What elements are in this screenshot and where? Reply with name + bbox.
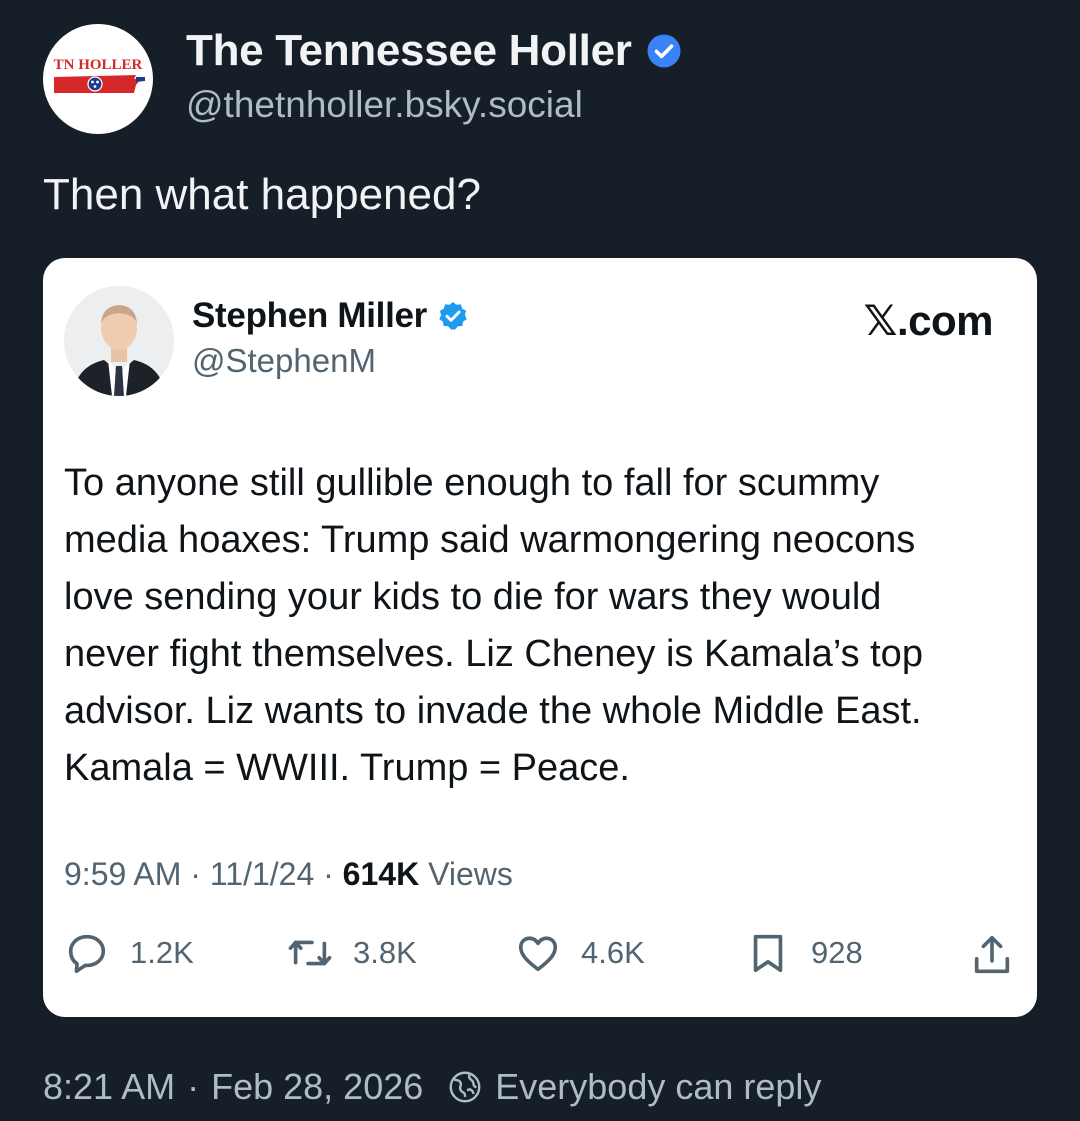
- footer-separator: ·: [187, 1066, 200, 1107]
- globe-icon: [447, 1069, 483, 1105]
- embed-views-label: Views: [428, 856, 513, 892]
- tweet-line: Kamala = WWIII. Trump = Peace.: [64, 747, 630, 789]
- embed-author-handle: @StephenM: [192, 342, 376, 379]
- reply-action: 1.2K: [64, 930, 194, 976]
- tn-holler-logo: TN HOLLER: [54, 57, 145, 93]
- author-handle[interactable]: @thetnholler.bsky.social: [186, 84, 682, 126]
- bookmark-action: 928: [745, 930, 863, 976]
- embed-time: 9:59 AM: [64, 856, 182, 892]
- embed-date: 11/1/24: [209, 856, 315, 892]
- speech-bubble-icon: [64, 930, 110, 976]
- repost-count: 3.8K: [353, 935, 417, 970]
- bookmark-count: 928: [811, 935, 863, 970]
- meta-separator: ·: [190, 856, 201, 892]
- heart-icon: [515, 930, 561, 976]
- verified-check-icon: [646, 33, 682, 69]
- verified-check-icon: [437, 300, 469, 332]
- author-info: The Tennessee Holler @thetnholler.bsky.s…: [186, 26, 682, 126]
- x-source-label: 𝕏.com: [863, 297, 994, 344]
- like-count: 4.6K: [581, 935, 645, 970]
- embed-author-avatar: [64, 286, 174, 396]
- meta-separator: ·: [323, 856, 334, 892]
- embed-action-bar: 1.2K 3.8K 4.6K 928: [43, 930, 1037, 980]
- repost-action: 3.8K: [287, 930, 417, 976]
- tweet-line: advisor. Liz wants to invade the whole M…: [64, 690, 922, 732]
- repost-arrows-icon: [287, 930, 333, 976]
- post-time[interactable]: 8:21 AM: [43, 1066, 175, 1108]
- tweet-line: media hoaxes: Trump said warmongering ne…: [64, 519, 916, 561]
- embedded-image[interactable]: Stephen Miller @StephenM 𝕏.com To anyone…: [43, 258, 1037, 1017]
- tweet-line: never fight themselves. Liz Cheney is Ka…: [64, 633, 923, 675]
- share-upload-icon: [969, 932, 1015, 983]
- embed-author-name: Stephen Miller: [192, 296, 428, 335]
- reply-count: 1.2K: [130, 935, 194, 970]
- post-footer: 8:21 AM · Feb 28, 2026 Everybody can rep…: [43, 1066, 821, 1108]
- like-action: 4.6K: [515, 930, 645, 976]
- post-text: Then what happened?: [43, 170, 481, 219]
- logo-text: TN HOLLER: [54, 57, 143, 73]
- author-display-name[interactable]: The Tennessee Holler: [186, 26, 632, 76]
- tweet-line: love sending your kids to die for wars t…: [64, 576, 882, 618]
- embed-meta: 9:59 AM · 11/1/24 · 614K Views: [64, 856, 513, 893]
- bookmark-icon: [745, 930, 791, 976]
- embed-views-count: 614K: [342, 856, 420, 892]
- tweet-line: To anyone still gullible enough to fall …: [64, 462, 880, 504]
- embed-author-info: Stephen Miller @StephenM: [192, 296, 469, 380]
- author-avatar[interactable]: TN HOLLER: [43, 24, 153, 134]
- post-date[interactable]: Feb 28, 2026: [211, 1066, 423, 1108]
- reply-setting[interactable]: Everybody can reply: [495, 1066, 821, 1108]
- embed-tweet-text: To anyone still gullible enough to fall …: [64, 455, 1019, 797]
- post-header: TN HOLLER The Tennessee Holler @thetnhol…: [43, 24, 682, 134]
